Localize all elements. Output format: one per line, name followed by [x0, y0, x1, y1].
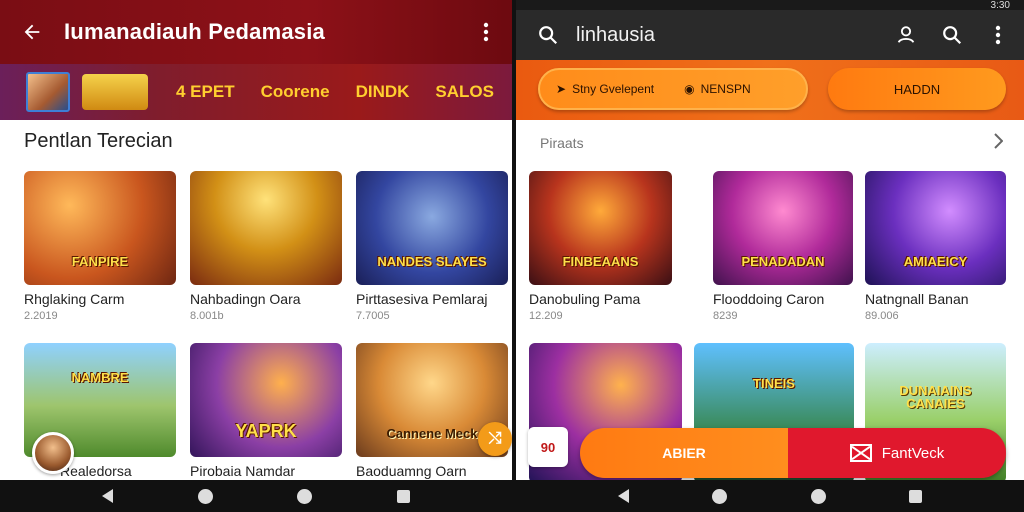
shuffle-fab[interactable]: ⤭ — [478, 422, 512, 456]
game-badge: YAPRK — [235, 421, 297, 442]
game-card[interactable]: FANPIRE Rhglaking Carm 2.2019 — [24, 171, 176, 322]
tab-dindk[interactable]: DINDK — [356, 82, 410, 102]
person-icon — [897, 26, 915, 43]
user-avatar[interactable] — [32, 432, 74, 474]
game-badge: FANPIRE — [71, 254, 129, 270]
section-title: Pentlan Terecian — [24, 130, 173, 152]
page-title: linhausia — [576, 23, 655, 46]
secondary-cta-button[interactable]: FantVeck — [788, 428, 1006, 478]
app-bar: Iumanadiauh Pedamasia — [0, 0, 512, 64]
nav-home-icon[interactable] — [197, 488, 213, 504]
game-title: Flooddoing Caron — [713, 291, 825, 307]
nav-back-icon[interactable] — [102, 489, 114, 503]
game-card[interactable]: Nahbadingn Oara 8.001b — [190, 171, 342, 322]
game-meta: 8.001b — [190, 310, 224, 322]
arrow-back-icon — [24, 24, 40, 40]
overflow-menu-button[interactable] — [986, 23, 1010, 47]
mail-icon — [849, 444, 872, 462]
game-badge: DUNAIAINS CANAIES — [899, 382, 972, 412]
status-time: 3:30 — [990, 0, 1010, 11]
search-button[interactable] — [940, 23, 964, 47]
game-card[interactable]: NANDES SLAYES Pirttasesiva Pemlaraj 7.70… — [356, 171, 508, 322]
chevron-right-icon[interactable] — [990, 132, 1006, 150]
more-vert-icon — [995, 25, 1001, 45]
nav-home-icon[interactable] — [712, 488, 728, 504]
game-thumbnail: YAPRK — [190, 343, 342, 457]
search-button[interactable] — [536, 23, 560, 47]
game-thumbnail: AMIAEICY — [865, 171, 1006, 285]
back-button[interactable] — [0, 0, 64, 64]
game-badge: NAMBRE — [71, 370, 129, 386]
game-thumbnail: FANPIRE — [24, 171, 176, 285]
cta-split-button: ABIER FantVeck — [580, 428, 1006, 478]
game-title: Baoduamng Oarn — [356, 463, 467, 479]
game-badge — [260, 267, 272, 271]
game-thumbnail: PENADADAN — [713, 171, 853, 285]
game-card[interactable]: YAPRK Pirobaia Namdar — [190, 343, 342, 479]
game-card[interactable]: AMIAEICY Natngnall Banan 89.006 — [865, 171, 1006, 322]
app-bar: linhausia — [516, 10, 1024, 60]
game-badge: TINEIS — [753, 376, 795, 392]
profile-avatar[interactable] — [26, 72, 70, 112]
promo-pill[interactable]: ➤ Stny Gvelepent ◉ NENSPN — [538, 68, 808, 110]
game-meta: 89.006 — [865, 310, 899, 322]
game-badge: PENADADAN — [741, 254, 825, 270]
game-meta: 8239 — [713, 310, 738, 322]
coin-icon: ◉ — [684, 82, 695, 96]
game-title: Realedorsa — [60, 463, 132, 479]
shuffle-icon: ⤭ — [488, 430, 502, 447]
game-title: Pirttasesiva Pemlaraj — [356, 291, 488, 307]
flame-icon: ➤ — [556, 82, 567, 96]
promo-band: ➤ Stny Gvelepent ◉ NENSPN HADDN — [516, 60, 1024, 120]
primary-cta-button[interactable]: ABIER — [580, 428, 788, 478]
game-badge: NANDES SLAYES — [377, 254, 487, 270]
game-meta: 7.7005 — [356, 310, 390, 322]
overflow-menu-button[interactable] — [474, 20, 498, 44]
status-bar: 3:30 — [516, 0, 1024, 11]
account-button[interactable] — [894, 23, 918, 47]
system-nav-bar — [516, 480, 1024, 512]
section-title: Piraats — [540, 135, 584, 151]
left-screen: Iumanadiauh Pedamasia 4 EPET Coorene DIN… — [0, 0, 512, 512]
tab-salos[interactable]: SALOS — [435, 82, 494, 102]
game-logo[interactable] — [82, 74, 148, 110]
tab-4-epet[interactable]: 4 EPET — [176, 82, 235, 102]
game-badge: Cannene Meck — [386, 426, 478, 442]
promo-pill-label: Stny Gvelepent — [572, 82, 655, 96]
game-title: Rhglaking Carm — [24, 291, 125, 307]
right-screen: 3:30 linhausia ➤ Stny Gvelepent ◉ NENSPN… — [516, 0, 1024, 512]
promo-button[interactable]: HADDN — [828, 68, 1006, 110]
tab-coorene[interactable]: Coorene — [261, 82, 330, 102]
nav-recents-icon[interactable] — [909, 489, 923, 503]
game-title: Natngnall Banan — [865, 291, 969, 307]
game-title: Pirobaia Namdar — [190, 463, 296, 479]
category-tab-bar: 4 EPET Coorene DINDK SALOS — [0, 64, 512, 120]
game-badge: FINBEAANS — [562, 254, 639, 270]
game-thumbnail: FINBEAANS — [529, 171, 672, 285]
search-icon — [943, 26, 962, 45]
app-bar-actions — [894, 23, 1010, 47]
game-card[interactable]: PENADADAN Flooddoing Caron 8239 — [713, 171, 853, 322]
secondary-cta-label: FantVeck — [881, 444, 945, 462]
game-card[interactable]: FINBEAANS Danobuling Pama 12.209 — [529, 171, 672, 322]
game-title: Danobuling Pama — [529, 291, 641, 307]
promo-pill-label: NENSPN — [700, 82, 751, 96]
game-title: Nahbadingn Oara — [190, 291, 301, 307]
nav-back-icon[interactable] — [617, 489, 629, 503]
nav-recents-icon[interactable] — [396, 489, 410, 503]
nav-home-icon[interactable] — [810, 488, 826, 504]
search-icon — [539, 26, 558, 45]
system-nav-bar — [0, 480, 512, 512]
nav-home-icon[interactable] — [297, 488, 313, 504]
game-card[interactable]: Cannene Meck Baoduamng Oarn — [356, 343, 508, 479]
game-thumbnail — [190, 171, 342, 285]
game-meta: 2.2019 — [24, 310, 58, 322]
more-vert-icon — [483, 22, 489, 42]
game-badge: AMIAEICY — [903, 254, 968, 270]
page-title: Iumanadiauh Pedamasia — [64, 19, 325, 44]
app-mini-icon[interactable]: 90 — [528, 427, 568, 467]
game-thumbnail: NANDES SLAYES — [356, 171, 508, 285]
game-meta: 12.209 — [529, 310, 563, 322]
